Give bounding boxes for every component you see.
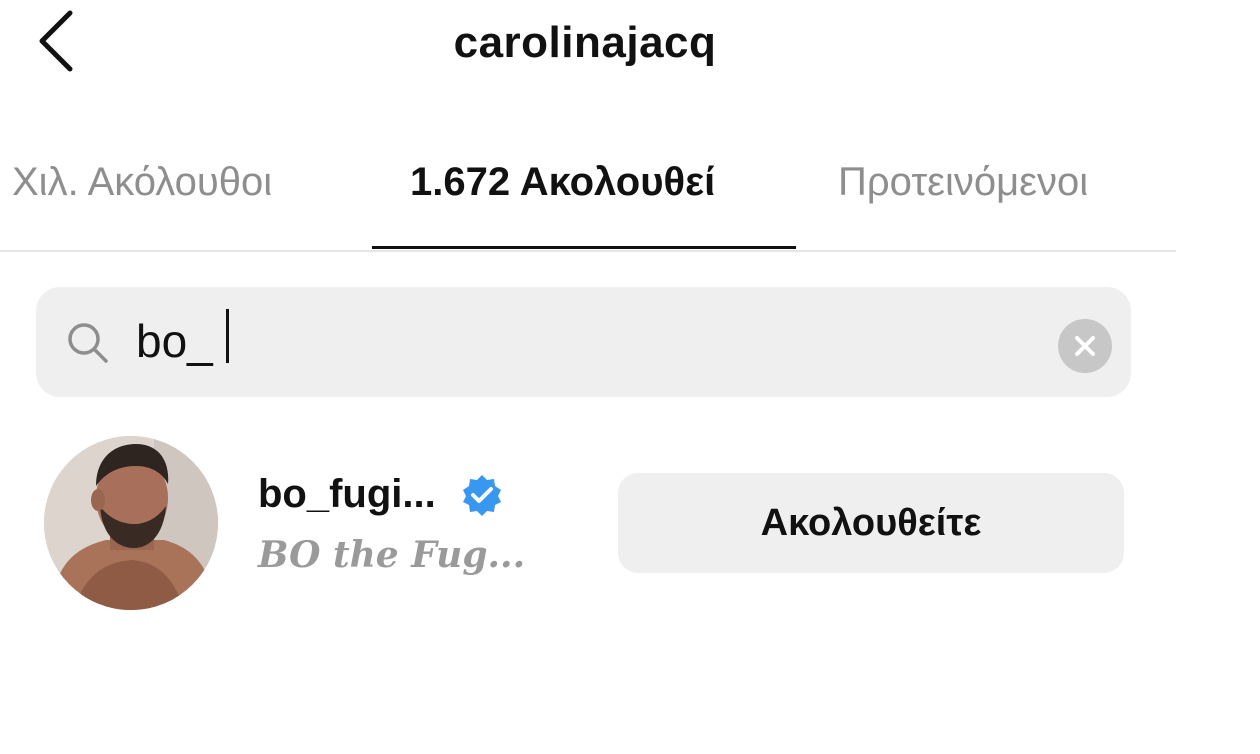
- clear-icon: [1075, 336, 1095, 356]
- full-name: BO the Fug...: [258, 534, 526, 576]
- tab-followers[interactable]: Χιλ. Ακόλουθοι: [12, 160, 272, 205]
- tab-following[interactable]: 1.672 Ακολουθεί: [410, 160, 715, 205]
- search-input[interactable]: [136, 309, 1016, 373]
- username-row[interactable]: bo_fugi...: [258, 472, 504, 517]
- verified-badge-icon: [462, 474, 501, 516]
- clear-search-button[interactable]: [1058, 319, 1112, 373]
- page-title: carolinajacq: [453, 18, 717, 67]
- search-bar[interactable]: [36, 287, 1131, 397]
- tab-suggested[interactable]: Προτεινόμενοι: [838, 160, 1088, 205]
- top-bar: carolinajacq: [0, 0, 1180, 100]
- profile-photo: [44, 436, 218, 610]
- list-item[interactable]: bo_fugi... BO the Fug... Ακολουθείτε: [0, 430, 1176, 620]
- search-icon: [68, 323, 108, 363]
- following-button[interactable]: Ακολουθείτε: [618, 473, 1124, 573]
- tab-bar: Χιλ. Ακόλουθοι 1.672 Ακολουθεί Προτεινόμ…: [0, 130, 1176, 252]
- username: bo_fugi...: [258, 472, 436, 516]
- avatar[interactable]: [44, 436, 218, 610]
- active-tab-indicator: [372, 246, 796, 249]
- text-cursor: [226, 309, 229, 363]
